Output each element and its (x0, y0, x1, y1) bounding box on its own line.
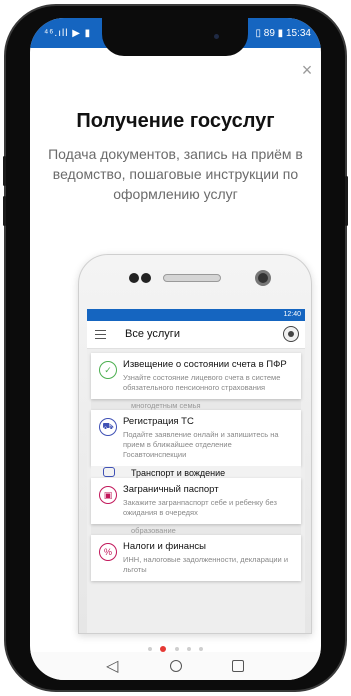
power-button (345, 176, 348, 226)
service-card-desc: Подайте заявление онлайн и запишитесь на… (123, 430, 279, 459)
volume-up-button (3, 156, 6, 186)
back-icon[interactable]: ◁ (106, 656, 118, 676)
illustration-status-bar: 12:40 (87, 309, 305, 321)
service-card-desc: Закажите загранпаспорт себе и ребенку бе… (123, 498, 277, 517)
service-card: % Налоги и финансы ИНН, налоговые задолж… (91, 535, 301, 581)
sensor-icon (255, 270, 271, 286)
volume-down-button (3, 196, 6, 226)
camera-notch (102, 18, 248, 56)
pager-dot[interactable] (186, 646, 191, 651)
camera-dot-icon (129, 273, 139, 283)
category-label: многодетным семья (91, 399, 301, 410)
service-card-desc: ИНН, налоговые задолженности, декларации… (123, 555, 289, 574)
document-check-icon: ✓ (99, 361, 117, 379)
recent-apps-icon[interactable] (232, 660, 244, 672)
onboarding-subtitle: Подача документов, запись на приём в вед… (48, 146, 303, 202)
front-camera-icon (214, 34, 219, 39)
category-peek-label: Транспорт и вождение (131, 468, 226, 478)
device-screen: ⁴⁶.ıll ▶ ▮ ▯ 89 ▮ 15:34 × Получение госу… (30, 18, 321, 680)
service-card-title: Заграничный паспорт (123, 484, 219, 495)
tax-icon: % (99, 543, 117, 561)
service-card-title: Извещение о состоянии счета в ПФР (123, 359, 287, 370)
pager-dot[interactable] (147, 646, 152, 651)
illustration-screen: 12:40 Все услуги ✓ Извещение о состоянии… (87, 309, 305, 633)
close-icon[interactable]: × (299, 61, 315, 79)
service-card-desc: Узнайте состояние лицевого счета в систе… (123, 373, 281, 392)
car-icon: ⛟ (99, 418, 117, 436)
category-peek: Транспорт и вождение (91, 466, 301, 478)
home-icon[interactable] (170, 660, 182, 672)
onboarding-title: Получение госуслуг (76, 110, 275, 132)
category-label: образование (91, 524, 301, 535)
signal-indicators: ⁴⁶.ıll ▶ ▮ (44, 28, 92, 39)
illustration-toolbar: Все услуги (87, 321, 305, 349)
navigation-bar: ◁ (30, 652, 321, 680)
hamburger-menu-icon (95, 330, 106, 339)
service-card: ✓ Извещение о состоянии счета в ПФР Узна… (91, 353, 301, 399)
pager-dot[interactable] (199, 646, 204, 651)
service-card-title: Регистрация ТС (123, 416, 194, 427)
avatar (283, 326, 299, 342)
pager-dot[interactable] (174, 646, 179, 651)
battery-clock: ▯ 89 ▮ 15:34 (255, 28, 312, 39)
service-card: ⛟ Регистрация ТС Подайте заявление онлай… (91, 410, 301, 466)
camera-dot-icon (141, 273, 151, 283)
speaker-grille-icon (163, 274, 221, 282)
passport-icon: ▣ (99, 486, 117, 504)
illustration-phone: 12:40 Все услуги ✓ Извещение о состоянии… (78, 254, 312, 634)
service-card: ▣ Заграничный паспорт Закажите загранпас… (91, 478, 301, 524)
illustration-title: Все услуги (125, 328, 180, 340)
car-icon (103, 467, 115, 477)
pager-dot-active[interactable] (160, 645, 167, 652)
service-card-title: Налоги и финансы (123, 541, 206, 552)
